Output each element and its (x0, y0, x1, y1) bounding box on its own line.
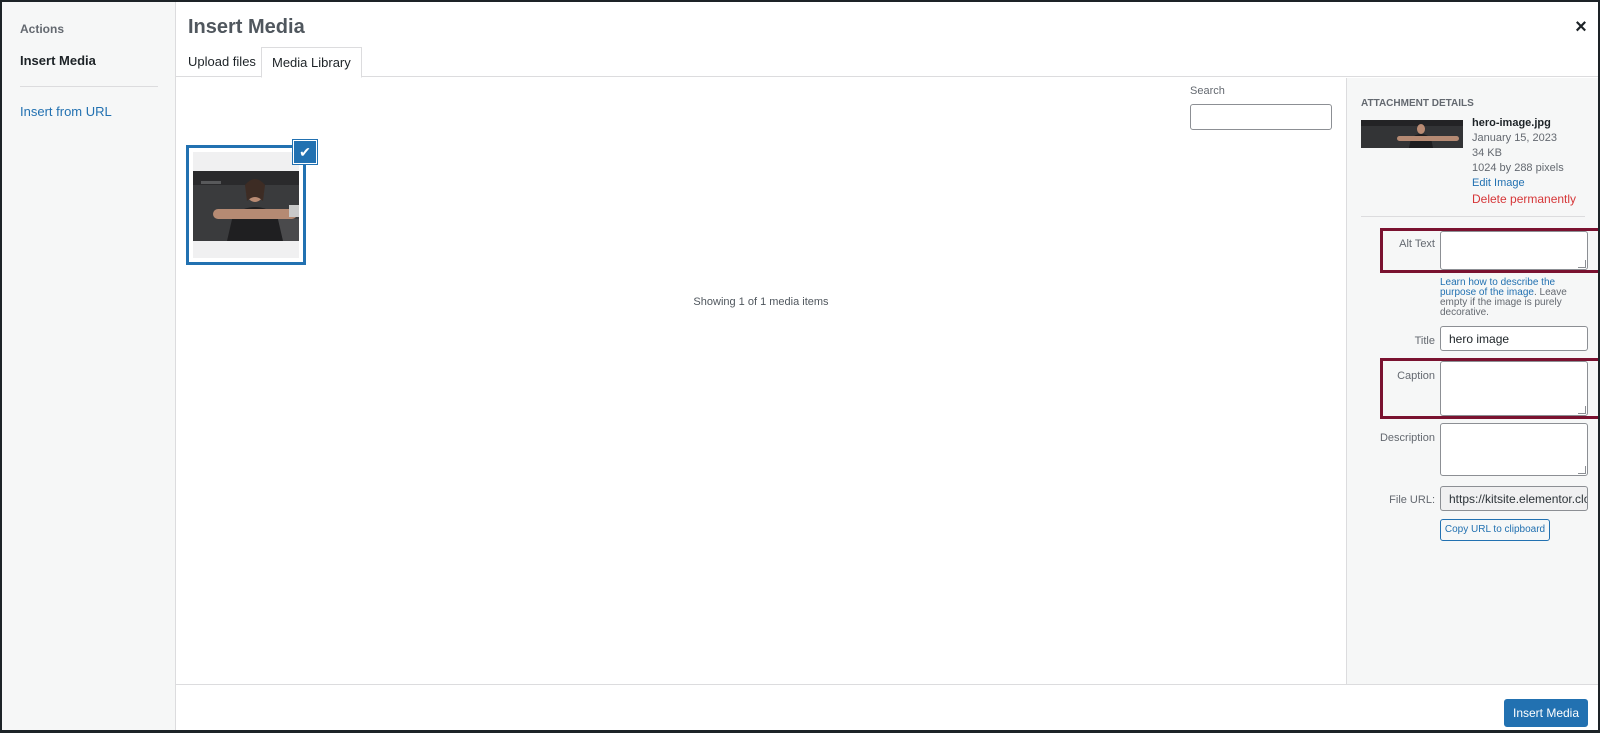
attachment-date: January 15, 2023 (1472, 132, 1558, 144)
alt-text-help: Learn how to describe the purpose of the… (1440, 278, 1590, 318)
menu-separator (20, 86, 158, 87)
caption-label: Caption (1397, 370, 1435, 382)
close-icon[interactable]: × (1570, 16, 1592, 38)
description-label: Description (1379, 432, 1435, 444)
tab-upload-files[interactable]: Upload files (178, 47, 266, 78)
attachment-filename: hero-image.jpg (1472, 117, 1551, 129)
attachment-filesize: 34 KB (1472, 147, 1502, 159)
copy-url-button[interactable]: Copy URL to clipboard (1440, 519, 1550, 541)
attachment-preview-thumbnail (1361, 120, 1463, 148)
media-menu: Actions Insert Media Insert from URL (2, 2, 176, 730)
edit-image-link[interactable]: Edit Image (1472, 176, 1576, 191)
attachment-details-sidebar: Attachment Details hero-image.jpg Januar… (1346, 78, 1598, 684)
alt-text-field[interactable] (1440, 231, 1588, 270)
attachment-details-heading: Attachment Details (1361, 98, 1474, 109)
media-modal: Actions Insert Media Insert from URL Ins… (0, 0, 1600, 733)
title-field[interactable]: hero image (1440, 326, 1588, 351)
attachment-item-selected[interactable]: ✔ (186, 140, 317, 265)
search-input[interactable] (1190, 104, 1332, 130)
title-label: Title (1414, 335, 1435, 347)
media-count-text: Showing 1 of 1 media items (693, 296, 829, 308)
delete-permanently-link[interactable]: Delete permanently (1472, 192, 1576, 207)
menu-item-insert-media[interactable]: Insert Media (20, 53, 96, 68)
router-tabs: Upload files Media Library (176, 47, 1598, 78)
menu-heading: Actions (20, 22, 65, 36)
insert-media-button[interactable]: Insert Media (1504, 699, 1588, 727)
media-toolbar: Insert Media (176, 684, 1598, 730)
menu-item-insert-from-url[interactable]: Insert from URL (20, 104, 112, 119)
sidebar-separator (1361, 216, 1585, 217)
search-label: Search (1190, 85, 1225, 97)
caption-field[interactable] (1440, 361, 1588, 416)
check-icon[interactable]: ✔ (293, 140, 317, 164)
file-url-field[interactable]: https://kitsite.elementor.cloud/wp-conte… (1440, 486, 1588, 511)
description-field[interactable] (1440, 423, 1588, 476)
attachment-dimensions: 1024 by 288 pixels (1472, 162, 1564, 174)
file-url-label: File URL: (1389, 494, 1435, 506)
attachment-thumbnail (193, 171, 299, 241)
attachments-browser: Search ✔ Showing 1 of 1 media items (176, 78, 1346, 684)
modal-title: Insert Media (188, 16, 305, 38)
alt-text-label: Alt Text (1399, 238, 1435, 250)
tab-media-library[interactable]: Media Library (261, 47, 362, 78)
attachment-info: hero-image.jpg January 15, 2023 34 KB 10… (1472, 116, 1576, 207)
